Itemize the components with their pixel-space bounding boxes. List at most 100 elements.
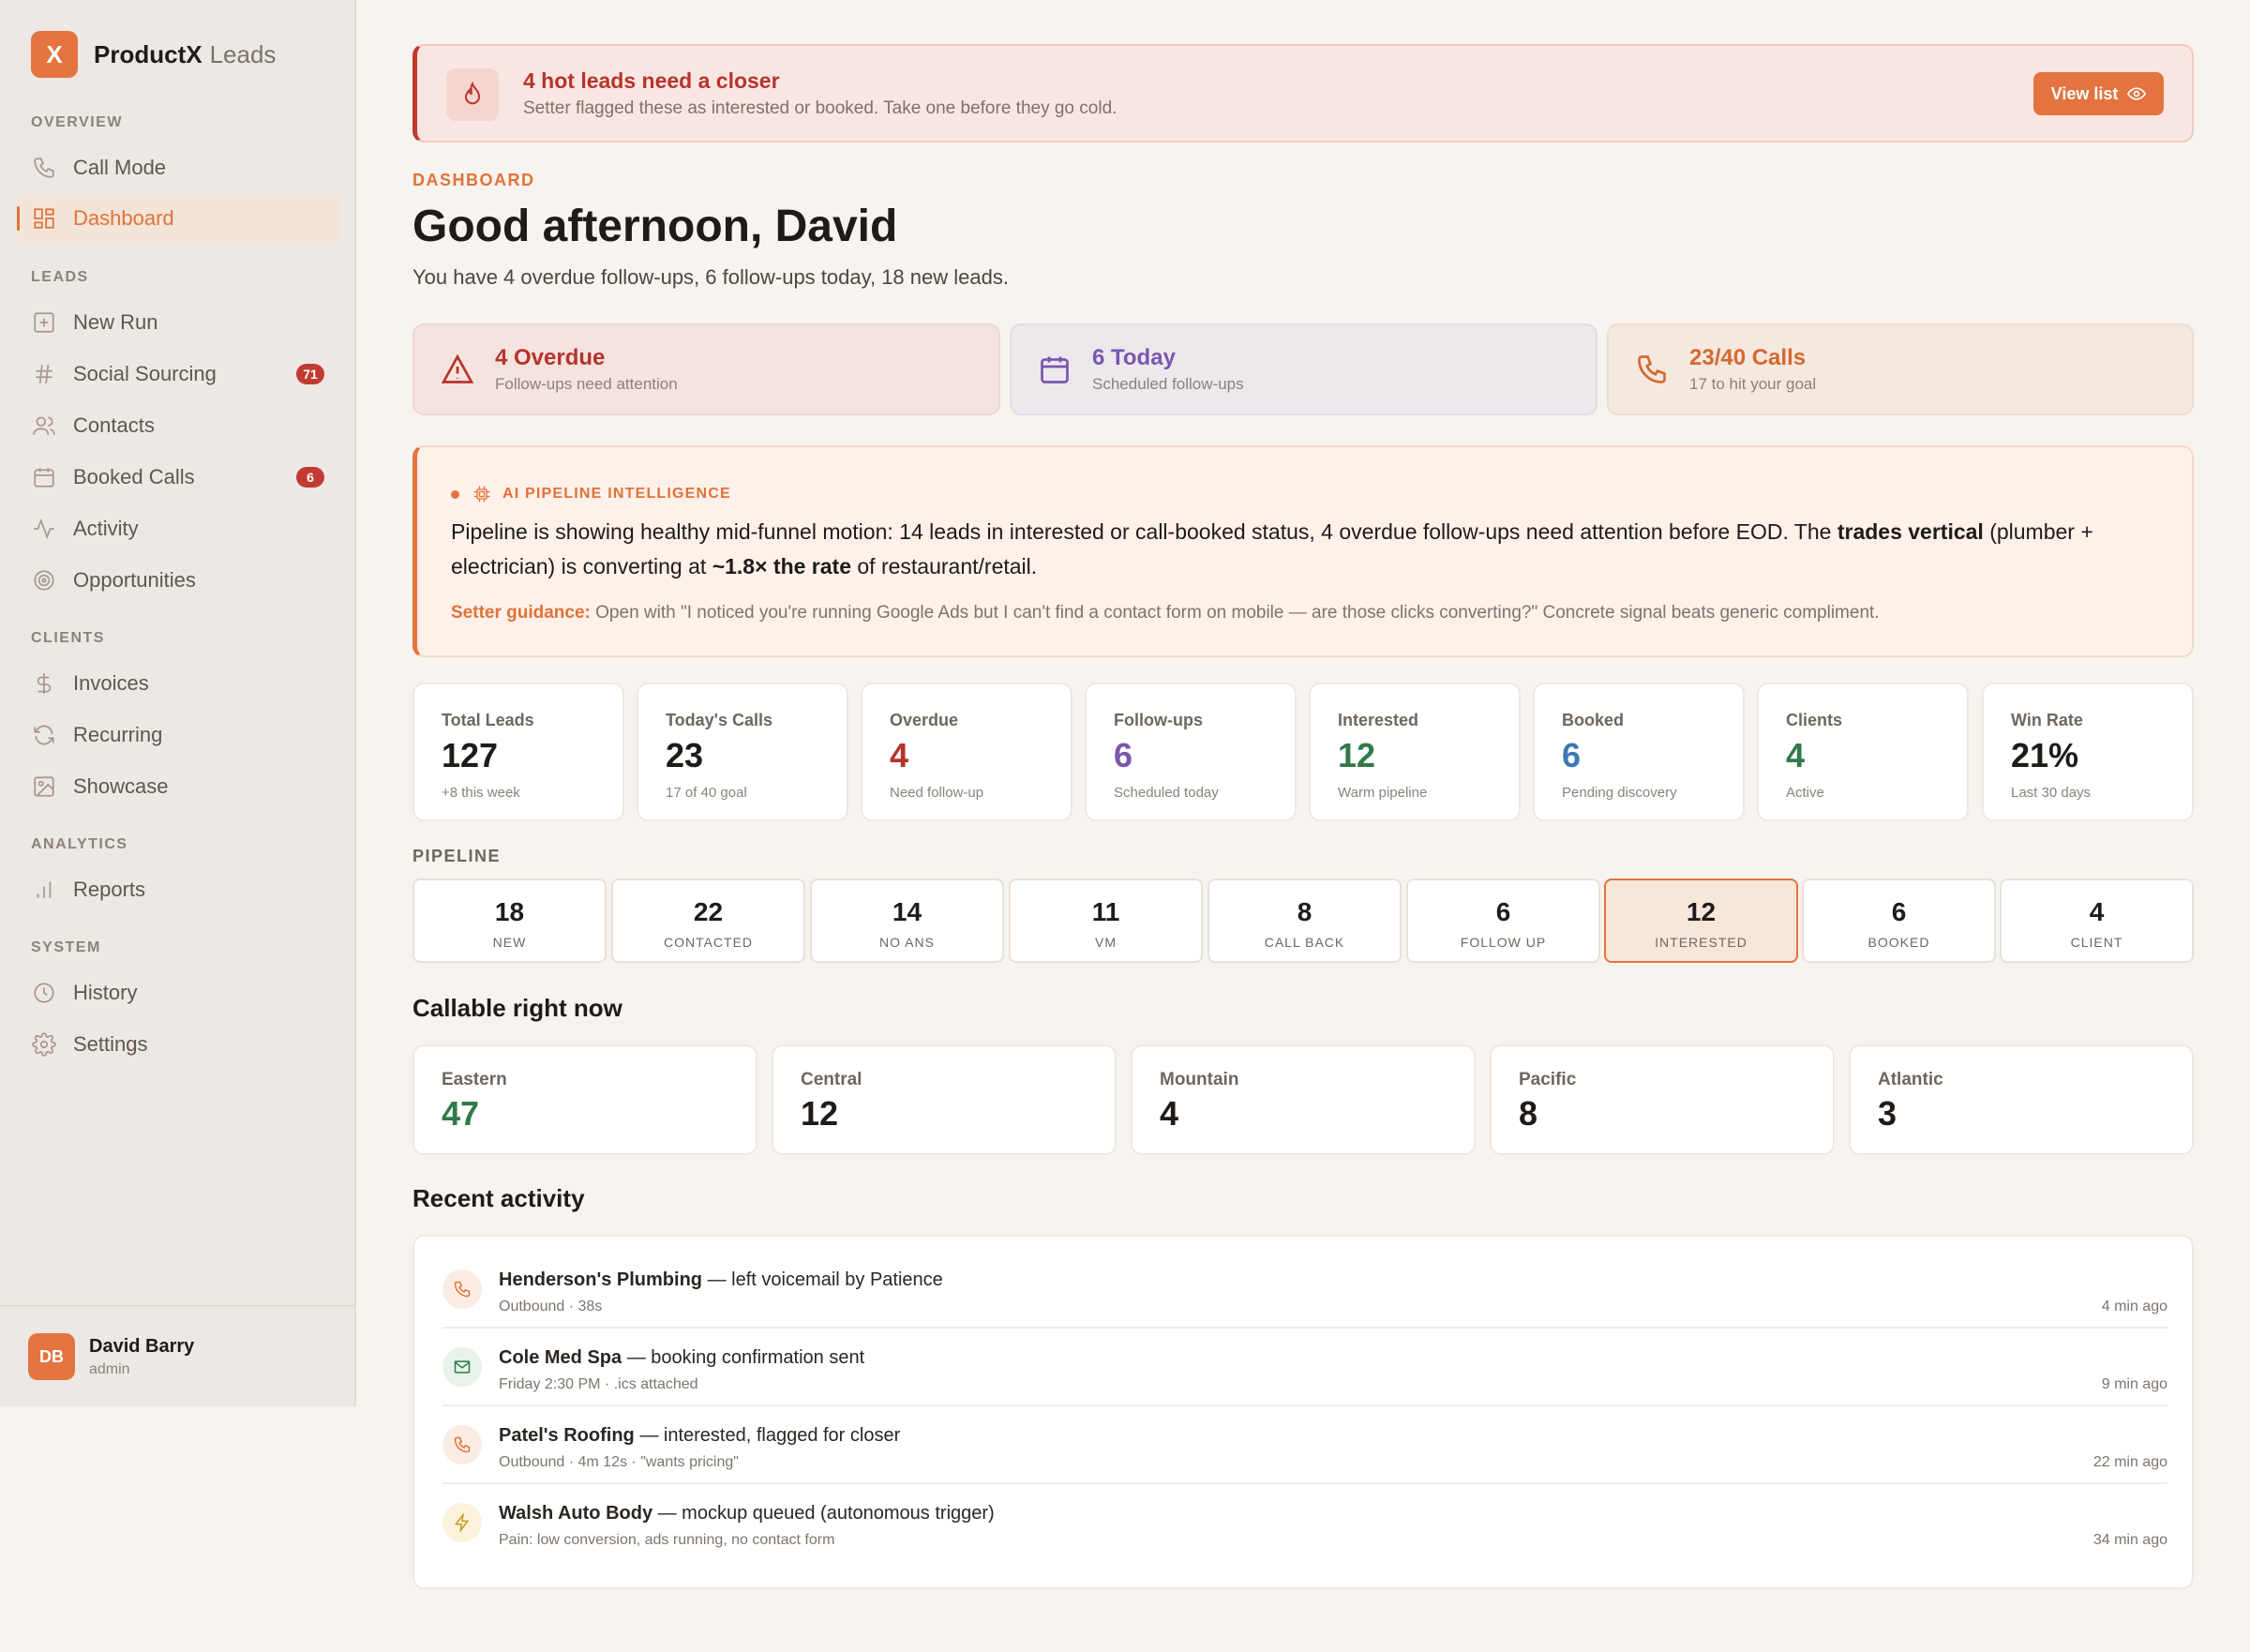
- ai-text: Pipeline is showing healthy mid-funnel m…: [451, 519, 1838, 544]
- overdue-card[interactable]: 4 Overdue Follow-ups need attention: [412, 323, 1000, 415]
- today-card[interactable]: 6 Today Scheduled follow-ups: [1010, 323, 1598, 415]
- activity-action: — interested, flagged for closer: [634, 1425, 901, 1446]
- stat-value: 21%: [2011, 736, 2079, 774]
- stat-label: Overdue: [890, 711, 959, 729]
- page-title: Good afternoon, David: [412, 202, 898, 251]
- sidebar-item-settings[interactable]: Settings: [17, 1020, 339, 1069]
- sidebar-item-label: Settings: [73, 1032, 148, 1056]
- sidebar-item-new-run[interactable]: New Run: [17, 298, 339, 347]
- timezone-central[interactable]: Central 12: [772, 1044, 1117, 1155]
- activity-time: 9 min ago: [2101, 1376, 2168, 1392]
- card-subtitle: 17 to hit your goal: [1689, 375, 1817, 393]
- bar-chart-icon: [32, 878, 56, 902]
- bolt-icon: [442, 1503, 482, 1542]
- hot-leads-alert: 4 hot leads need a closer Setter flagged…: [412, 44, 2194, 143]
- plus-square-icon: [32, 310, 56, 335]
- brand[interactable]: X ProductX Leads: [31, 31, 276, 78]
- sidebar-item-invoices[interactable]: Invoices: [17, 659, 339, 708]
- stat-sub: Pending discovery: [1562, 785, 1677, 801]
- stage-count: 6: [1891, 897, 1907, 926]
- stat-overdue[interactable]: Overdue 4 Need follow-up: [861, 683, 1072, 821]
- sidebar-item-reports[interactable]: Reports: [17, 865, 339, 914]
- section-system: SYSTEM: [31, 939, 101, 955]
- timezone-mountain[interactable]: Mountain 4: [1131, 1044, 1476, 1155]
- stat-todays-calls[interactable]: Today's Calls 23 17 of 40 goal: [637, 683, 848, 821]
- section-leads: LEADS: [31, 269, 89, 285]
- pipeline-stage-call-back[interactable]: 8 CALL BACK: [1208, 879, 1402, 963]
- stat-follow-ups[interactable]: Follow-ups 6 Scheduled today: [1085, 683, 1297, 821]
- cpu-icon: [473, 486, 490, 503]
- pipeline-stage-no-ans[interactable]: 14 NO ANS: [810, 879, 1004, 963]
- timezone-count: 47: [442, 1094, 480, 1133]
- activity-title: Walsh Auto Body — mockup queued (autonom…: [499, 1503, 995, 1524]
- dollar-icon: [32, 671, 56, 696]
- sidebar-item-recurring[interactable]: Recurring: [17, 711, 339, 759]
- pipeline-stage-client[interactable]: 4 CLIENT: [2000, 879, 2194, 963]
- pipeline-stage-contacted[interactable]: 22 CONTACTED: [611, 879, 805, 963]
- activity-item[interactable]: Walsh Auto Body — mockup queued (autonom…: [442, 1484, 2168, 1562]
- section-clients: CLIENTS: [31, 630, 105, 646]
- view-list-button[interactable]: View list: [2033, 72, 2164, 115]
- sidebar-item-contacts[interactable]: Contacts: [17, 401, 339, 450]
- pipeline-stage-new[interactable]: 18 NEW: [412, 879, 607, 963]
- stat-sub: 17 of 40 goal: [666, 785, 747, 801]
- activity-item[interactable]: Cole Med Spa — booking confirmation sent…: [442, 1329, 2168, 1406]
- sidebar-item-booked-calls[interactable]: Booked Calls 6: [17, 453, 339, 502]
- stage-count: 22: [693, 897, 724, 926]
- card-subtitle: Follow-ups need attention: [495, 375, 678, 393]
- users-icon: [32, 413, 56, 438]
- avatar: DB: [28, 1333, 75, 1380]
- pipeline-stage-follow-up[interactable]: 6 FOLLOW UP: [1406, 879, 1600, 963]
- user-profile[interactable]: DB David Barry admin: [0, 1305, 354, 1406]
- sidebar: X ProductX Leads OVERVIEW Call Mode Dash…: [0, 0, 356, 1406]
- timezone-eastern[interactable]: Eastern 47: [412, 1044, 758, 1155]
- stat-value: 4: [890, 736, 909, 774]
- timezone-pacific[interactable]: Pacific 8: [1490, 1044, 1835, 1155]
- pipeline-stage-interested[interactable]: 12 INTERESTED: [1604, 879, 1798, 963]
- sidebar-item-label: Activity: [73, 517, 139, 540]
- stat-booked[interactable]: Booked 6 Pending discovery: [1533, 683, 1745, 821]
- stat-interested[interactable]: Interested 12 Warm pipeline: [1309, 683, 1521, 821]
- sidebar-item-label: Opportunities: [73, 568, 196, 592]
- activity-meta: Outbound · 38s: [499, 1299, 603, 1314]
- stat-label: Today's Calls: [666, 711, 772, 729]
- stage-count: 12: [1686, 897, 1717, 926]
- stage-label: CLIENT: [2070, 935, 2123, 950]
- timezone-count: 3: [1878, 1094, 1898, 1133]
- sidebar-item-history[interactable]: History: [17, 969, 339, 1017]
- stat-sub: +8 this week: [442, 785, 520, 801]
- alert-title: 4 hot leads need a closer: [523, 68, 780, 93]
- timezone-count: 12: [801, 1094, 839, 1133]
- sidebar-item-social-sourcing[interactable]: Social Sourcing 71: [17, 350, 339, 398]
- activity-company: Henderson's Plumbing: [499, 1269, 703, 1290]
- stage-count: 18: [494, 897, 525, 926]
- brand-sub: Leads: [209, 39, 277, 68]
- ai-insight: Pipeline is showing healthy mid-funnel m…: [451, 515, 2167, 584]
- activity-item[interactable]: Patel's Roofing — interested, flagged fo…: [442, 1406, 2168, 1484]
- calendar-icon: [32, 465, 56, 489]
- sidebar-item-dashboard[interactable]: Dashboard: [17, 194, 339, 243]
- stat-label: Interested: [1338, 711, 1419, 729]
- sidebar-item-showcase[interactable]: Showcase: [17, 762, 339, 811]
- sidebar-item-opportunities[interactable]: Opportunities: [17, 556, 339, 605]
- activity-action: — mockup queued (autonomous trigger): [652, 1503, 995, 1524]
- activity-item[interactable]: Henderson's Plumbing — left voicemail by…: [442, 1251, 2168, 1329]
- pipeline-stage-booked[interactable]: 6 BOOKED: [1802, 879, 1996, 963]
- sidebar-item-call-mode[interactable]: Call Mode: [17, 143, 339, 192]
- calls-card[interactable]: 23/40 Calls 17 to hit your goal: [1607, 323, 2194, 415]
- card-title: 23/40 Calls: [1689, 345, 1807, 370]
- sidebar-item-activity[interactable]: Activity: [17, 504, 339, 553]
- stat-clients[interactable]: Clients 4 Active: [1757, 683, 1969, 821]
- flame-icon: [446, 68, 499, 121]
- timezone-label: Atlantic: [1878, 1070, 1943, 1089]
- card-title: 4 Overdue: [495, 345, 606, 370]
- brand-logo: X: [31, 31, 78, 78]
- stat-win-rate[interactable]: Win Rate 21% Last 30 days: [1982, 683, 2194, 821]
- stat-total-leads[interactable]: Total Leads 127 +8 this week: [412, 683, 624, 821]
- timezone-atlantic[interactable]: Atlantic 3: [1849, 1044, 2194, 1155]
- activity-time: 34 min ago: [2092, 1532, 2168, 1548]
- stat-label: Booked: [1562, 711, 1625, 729]
- mail-icon: [442, 1347, 482, 1387]
- pipeline-stage-vm[interactable]: 11 VM: [1009, 879, 1203, 963]
- stage-label: CONTACTED: [663, 935, 754, 950]
